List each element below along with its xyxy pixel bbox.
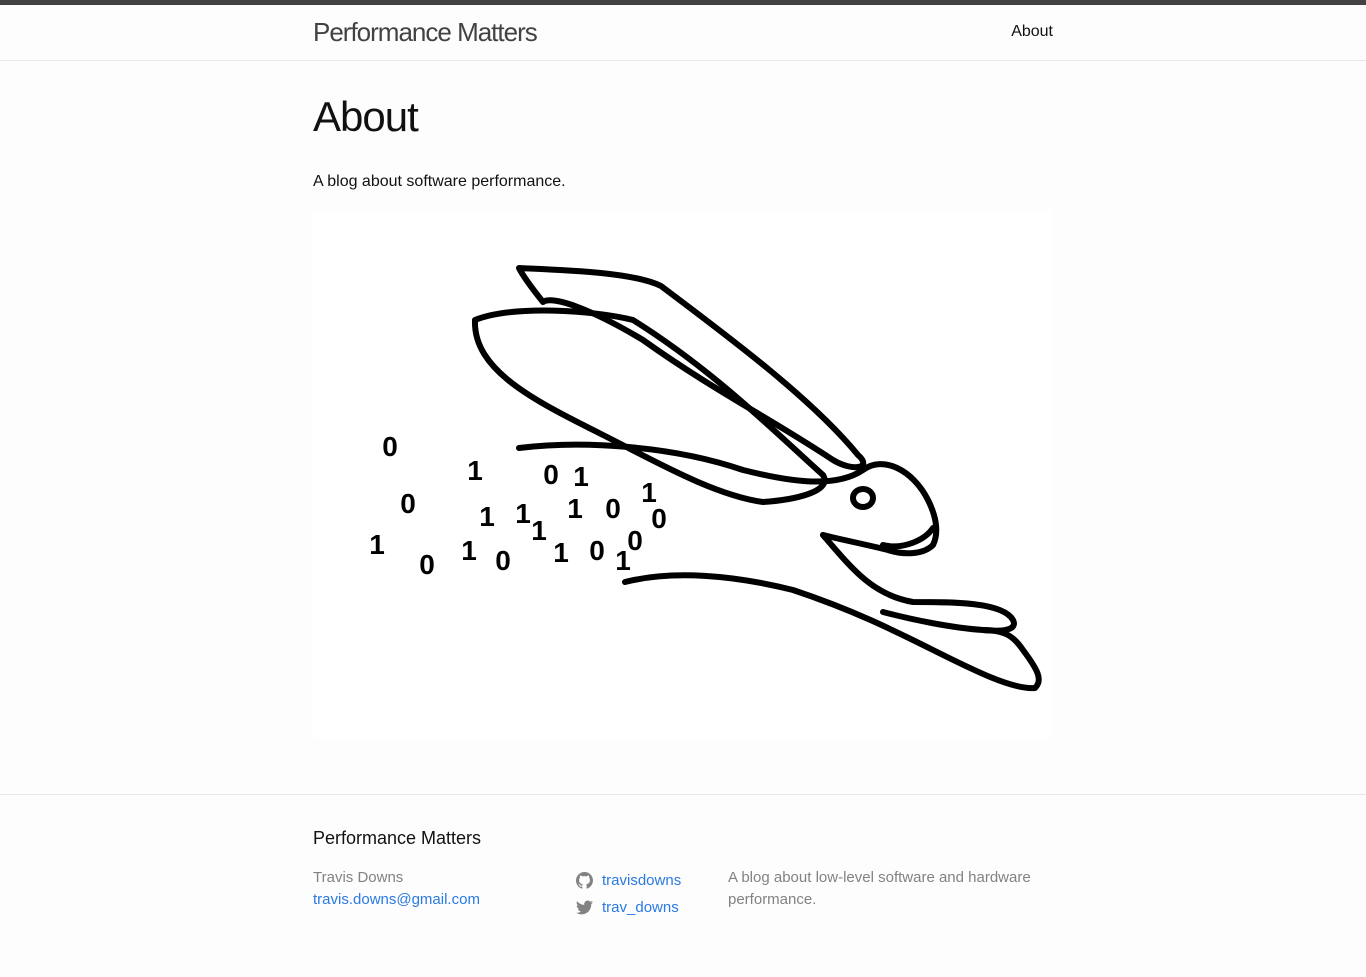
binary-digit: 1 [567, 493, 583, 524]
rabbit-back-ear [516, 265, 867, 471]
binary-digit: 1 [369, 529, 385, 560]
binary-digit: 0 [543, 459, 559, 490]
nav-link-about[interactable]: About [1011, 23, 1053, 40]
footer-description: A blog about low-level software and hard… [728, 869, 1031, 908]
author-name: Travis Downs [313, 869, 404, 886]
binary-digit: 0 [605, 493, 621, 524]
page-title: About [313, 93, 419, 140]
binary-digit: 1 [515, 498, 531, 529]
footer-heading: Performance Matters [313, 828, 482, 848]
binary-digit: 1 [461, 535, 477, 566]
twitter-link[interactable]: trav_downs [602, 894, 679, 921]
github-item: travisdowns [576, 867, 681, 894]
intro-text: A blog about software performance. [313, 173, 566, 190]
site-footer: Performance Matters Travis Downs travis.… [0, 794, 1366, 976]
twitter-item: trav_downs [576, 894, 681, 921]
rabbit-binary-drawing: 01 0 10 1 1 1 01010 0 1 0 0111 [313, 210, 1053, 738]
github-link[interactable]: travisdowns [602, 867, 681, 894]
binary-digit: 1 [553, 537, 569, 568]
binary-digit: 1 [573, 461, 589, 492]
rabbit-mouth [880, 525, 936, 550]
github-icon [576, 872, 593, 889]
binary-digit: 1 [467, 455, 483, 486]
binary-digit: 1 [615, 545, 631, 576]
binary-digit: 1 [531, 515, 547, 546]
email-link[interactable]: travis.downs@gmail.com [313, 891, 480, 908]
binary-digit: 0 [382, 431, 398, 462]
footer-social: travisdowns trav_downs [576, 867, 681, 921]
binary-digit: 0 [419, 549, 435, 580]
binary-digit: 1 [479, 501, 495, 532]
binary-digit: 0 [589, 535, 605, 566]
binary-digit: 0 [495, 545, 511, 576]
twitter-icon [576, 900, 593, 915]
binary-digit: 0 [400, 488, 416, 519]
rabbit-front-ear [471, 307, 828, 505]
site-title-link[interactable]: Performance Matters [313, 16, 538, 48]
binary-digit: 0 [651, 503, 667, 534]
rabbit-eye [850, 486, 876, 510]
site-header: Performance Matters About [0, 5, 1366, 61]
footer-contact: Travis Downs travis.downs@gmail.com [313, 867, 480, 911]
page-content: About A blog about software performance.… [0, 61, 1366, 738]
site-nav: About [1011, 22, 1053, 42]
